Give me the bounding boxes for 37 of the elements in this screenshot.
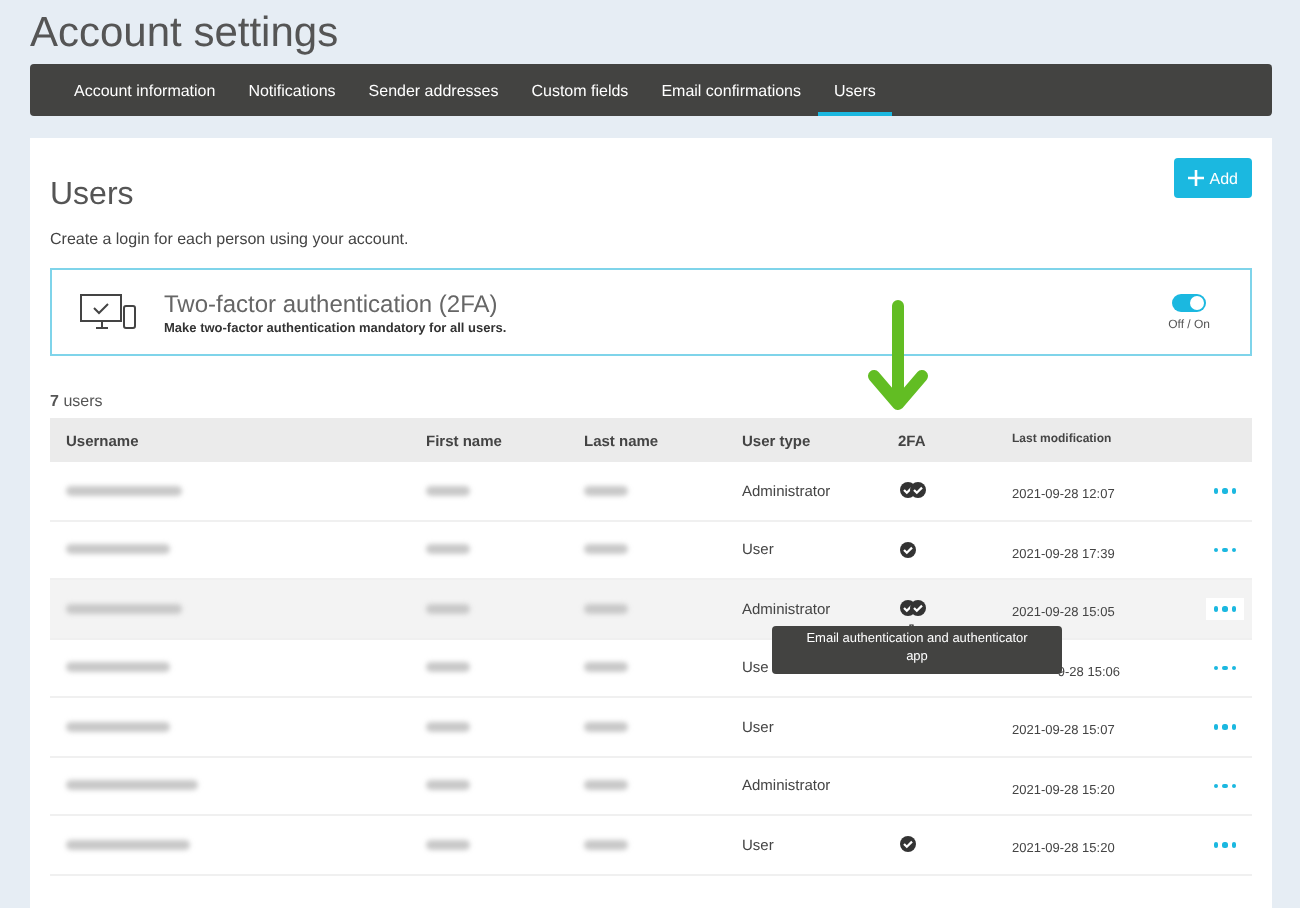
blurred-text: [426, 721, 470, 732]
blurred-text: [426, 603, 470, 614]
blurred-text: [66, 780, 198, 791]
section-description: Create a login for each person using your account.: [50, 230, 411, 248]
blurred-text: [584, 662, 628, 673]
user-count: 7 users: [50, 392, 105, 410]
blurred-text: [584, 780, 628, 791]
blurred-text: [584, 839, 628, 850]
blurred-text: [426, 839, 470, 850]
blurred-text: [66, 662, 170, 673]
blurred-text: [584, 544, 628, 555]
plus-icon: [1187, 170, 1204, 186]
blurred-text: [426, 544, 470, 555]
tab[interactable]: Custom fields: [515, 64, 645, 116]
blurred-text: [584, 721, 628, 732]
tab[interactable]: Notifications: [232, 64, 352, 116]
blurred-text: [584, 603, 628, 614]
blurred-text: [584, 485, 628, 496]
more-button[interactable]: [1205, 598, 1244, 619]
toggle-switch[interactable]: [1172, 293, 1207, 311]
blurred-text: [66, 721, 170, 732]
annotation-arrow: [866, 300, 930, 416]
tab[interactable]: Account information: [58, 64, 232, 116]
tab[interactable]: Email confirmations: [645, 64, 817, 116]
blurred-text: [66, 544, 170, 555]
two-factor-title: Two-factor authentication (2FA): [164, 289, 500, 317]
blurred-text: [66, 603, 182, 614]
devices-icon: [80, 294, 136, 330]
blurred-text: [426, 780, 470, 791]
tab[interactable]: Sender addresses: [352, 64, 515, 116]
page-title: Account settings: [30, 8, 341, 60]
tab[interactable]: Users: [818, 64, 892, 116]
blurred-text: [426, 662, 470, 673]
section-title: Users: [50, 178, 134, 214]
blurred-text: [66, 485, 182, 496]
blurred-text: [66, 839, 190, 850]
blurred-text: [426, 485, 470, 496]
